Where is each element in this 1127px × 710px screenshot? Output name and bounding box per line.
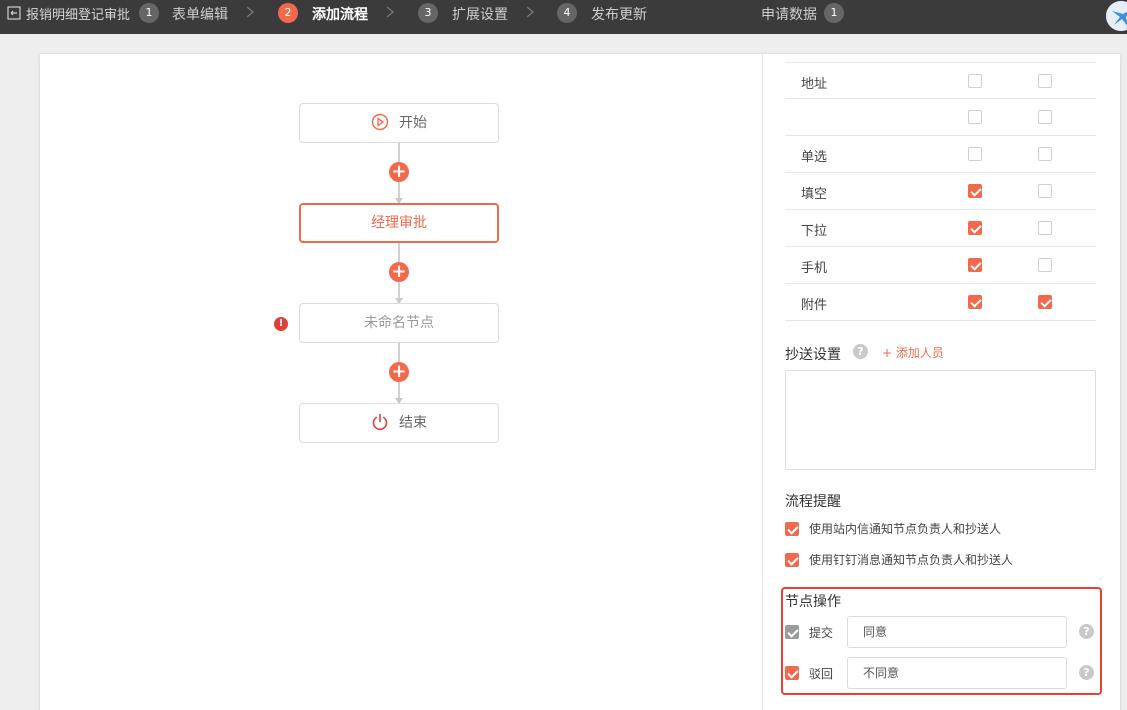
field-visible-checkbox[interactable] xyxy=(968,295,982,309)
reminder-dingtalk-checkbox[interactable] xyxy=(785,552,799,567)
top-bar: 报销明细登记审批 1 表单编辑 2 添加流程 3 扩展设置 4 发布更新 申请数… xyxy=(0,0,1127,34)
node-operations-title: 节点操作 xyxy=(785,594,841,610)
add-node-button[interactable]: + xyxy=(389,262,409,282)
field-visible-checkbox[interactable] xyxy=(968,147,982,161)
panel-divider xyxy=(762,54,763,710)
exit-icon[interactable] xyxy=(7,6,21,20)
step-3-label[interactable]: 扩展设置 xyxy=(452,4,508,24)
add-node-button[interactable]: + xyxy=(389,362,409,382)
submit-checkbox xyxy=(785,625,799,639)
step-2-label[interactable]: 添加流程 xyxy=(312,4,368,24)
step-2-badge[interactable]: 2 xyxy=(278,3,298,23)
table-row: 地址 xyxy=(785,62,1096,99)
submit-label: 提交 xyxy=(809,626,834,640)
flow-node-start-label: 开始 xyxy=(399,115,427,131)
power-icon xyxy=(372,413,388,430)
table-row: 下拉 xyxy=(785,210,1096,247)
requests-label[interactable]: 申请数据 xyxy=(761,4,817,24)
cc-recipients-box[interactable] xyxy=(785,370,1096,470)
chevron-right-icon xyxy=(526,6,535,18)
reject-text-input[interactable]: 不同意 xyxy=(847,657,1067,689)
play-icon xyxy=(371,113,389,130)
help-icon[interactable]: ? xyxy=(1079,665,1094,680)
step-3-badge[interactable]: 3 xyxy=(418,3,438,23)
flow-node-start[interactable]: 开始 xyxy=(299,103,499,143)
field-name: 单选 xyxy=(801,150,828,165)
field-editable-checkbox[interactable] xyxy=(1038,184,1052,198)
add-person-button[interactable]: + 添加人员 xyxy=(882,344,944,361)
step-4-badge[interactable]: 4 xyxy=(557,3,577,23)
flow-node-end-label: 结束 xyxy=(399,415,427,431)
field-name: 下拉 xyxy=(801,224,828,239)
help-icon[interactable]: ? xyxy=(1079,624,1094,639)
table-row xyxy=(785,99,1096,136)
flow-node-end[interactable]: 结束 xyxy=(299,403,499,443)
table-row: 手机 xyxy=(785,247,1096,284)
table-row: 附件 xyxy=(785,284,1096,321)
step-1-badge[interactable]: 1 xyxy=(139,3,159,23)
field-name: 地址 xyxy=(801,77,828,92)
reminder-inbox-checkbox[interactable] xyxy=(785,521,799,536)
add-node-button[interactable]: + xyxy=(389,162,409,182)
field-visible-checkbox[interactable] xyxy=(968,184,982,198)
table-row: 单选 xyxy=(785,136,1096,173)
reminder-option-label: 使用钉钉消息通知节点负责人和抄送人 xyxy=(809,553,1014,567)
field-name: 手机 xyxy=(801,261,828,276)
field-editable-checkbox[interactable] xyxy=(1038,110,1052,124)
step-1-label[interactable]: 表单编辑 xyxy=(172,4,228,24)
avatar-icon xyxy=(1106,1,1127,31)
field-editable-checkbox[interactable] xyxy=(1038,295,1052,309)
reminder-title: 流程提醒 xyxy=(785,494,841,510)
reminder-option-dingtalk[interactable]: 使用钉钉消息通知节点负责人和抄送人 xyxy=(785,551,1013,568)
reminder-option-label: 使用站内信通知节点负责人和抄送人 xyxy=(809,522,1002,536)
flow-node-manager-approval[interactable]: 经理审批 xyxy=(299,203,499,243)
field-editable-checkbox[interactable] xyxy=(1038,258,1052,272)
field-name: 填空 xyxy=(801,187,828,202)
submit-text-input[interactable]: 同意 xyxy=(847,616,1067,648)
field-visible-checkbox[interactable] xyxy=(968,258,982,272)
field-editable-checkbox[interactable] xyxy=(1038,147,1052,161)
cc-settings-title: 抄送设置 xyxy=(785,347,841,363)
chevron-right-icon xyxy=(386,6,395,18)
table-row: 填空 xyxy=(785,173,1096,210)
field-visible-checkbox[interactable] xyxy=(968,74,982,88)
field-editable-checkbox[interactable] xyxy=(1038,74,1052,88)
field-visible-checkbox[interactable] xyxy=(968,110,982,124)
flow-node-manager-approval-label: 经理审批 xyxy=(371,215,427,231)
help-icon[interactable]: ? xyxy=(853,344,868,359)
reject-label: 驳回 xyxy=(809,667,834,681)
flow-node-unnamed[interactable]: 未命名节点 xyxy=(299,303,499,343)
field-name: 附件 xyxy=(801,298,828,313)
chevron-right-icon xyxy=(246,6,255,18)
flow-node-unnamed-label: 未命名节点 xyxy=(364,315,434,331)
reject-checkbox[interactable] xyxy=(785,666,799,680)
field-permission-table: 地址 单选 填空 下拉 手机 附件 xyxy=(785,62,1096,321)
avatar[interactable] xyxy=(1106,1,1127,31)
field-editable-checkbox[interactable] xyxy=(1038,221,1052,235)
field-visible-checkbox[interactable] xyxy=(968,221,982,235)
requests-count-badge: 1 xyxy=(824,3,844,23)
reminder-option-inbox[interactable]: 使用站内信通知节点负责人和抄送人 xyxy=(785,520,1001,537)
step-4-label[interactable]: 发布更新 xyxy=(591,4,647,24)
app-title: 报销明细登记审批 xyxy=(26,8,131,23)
main-panel: 开始 + 经理审批 + ! 未命名节点 + 结束 地址 单选 填空 下拉 手机 … xyxy=(40,54,1120,710)
warning-icon: ! xyxy=(274,317,288,331)
